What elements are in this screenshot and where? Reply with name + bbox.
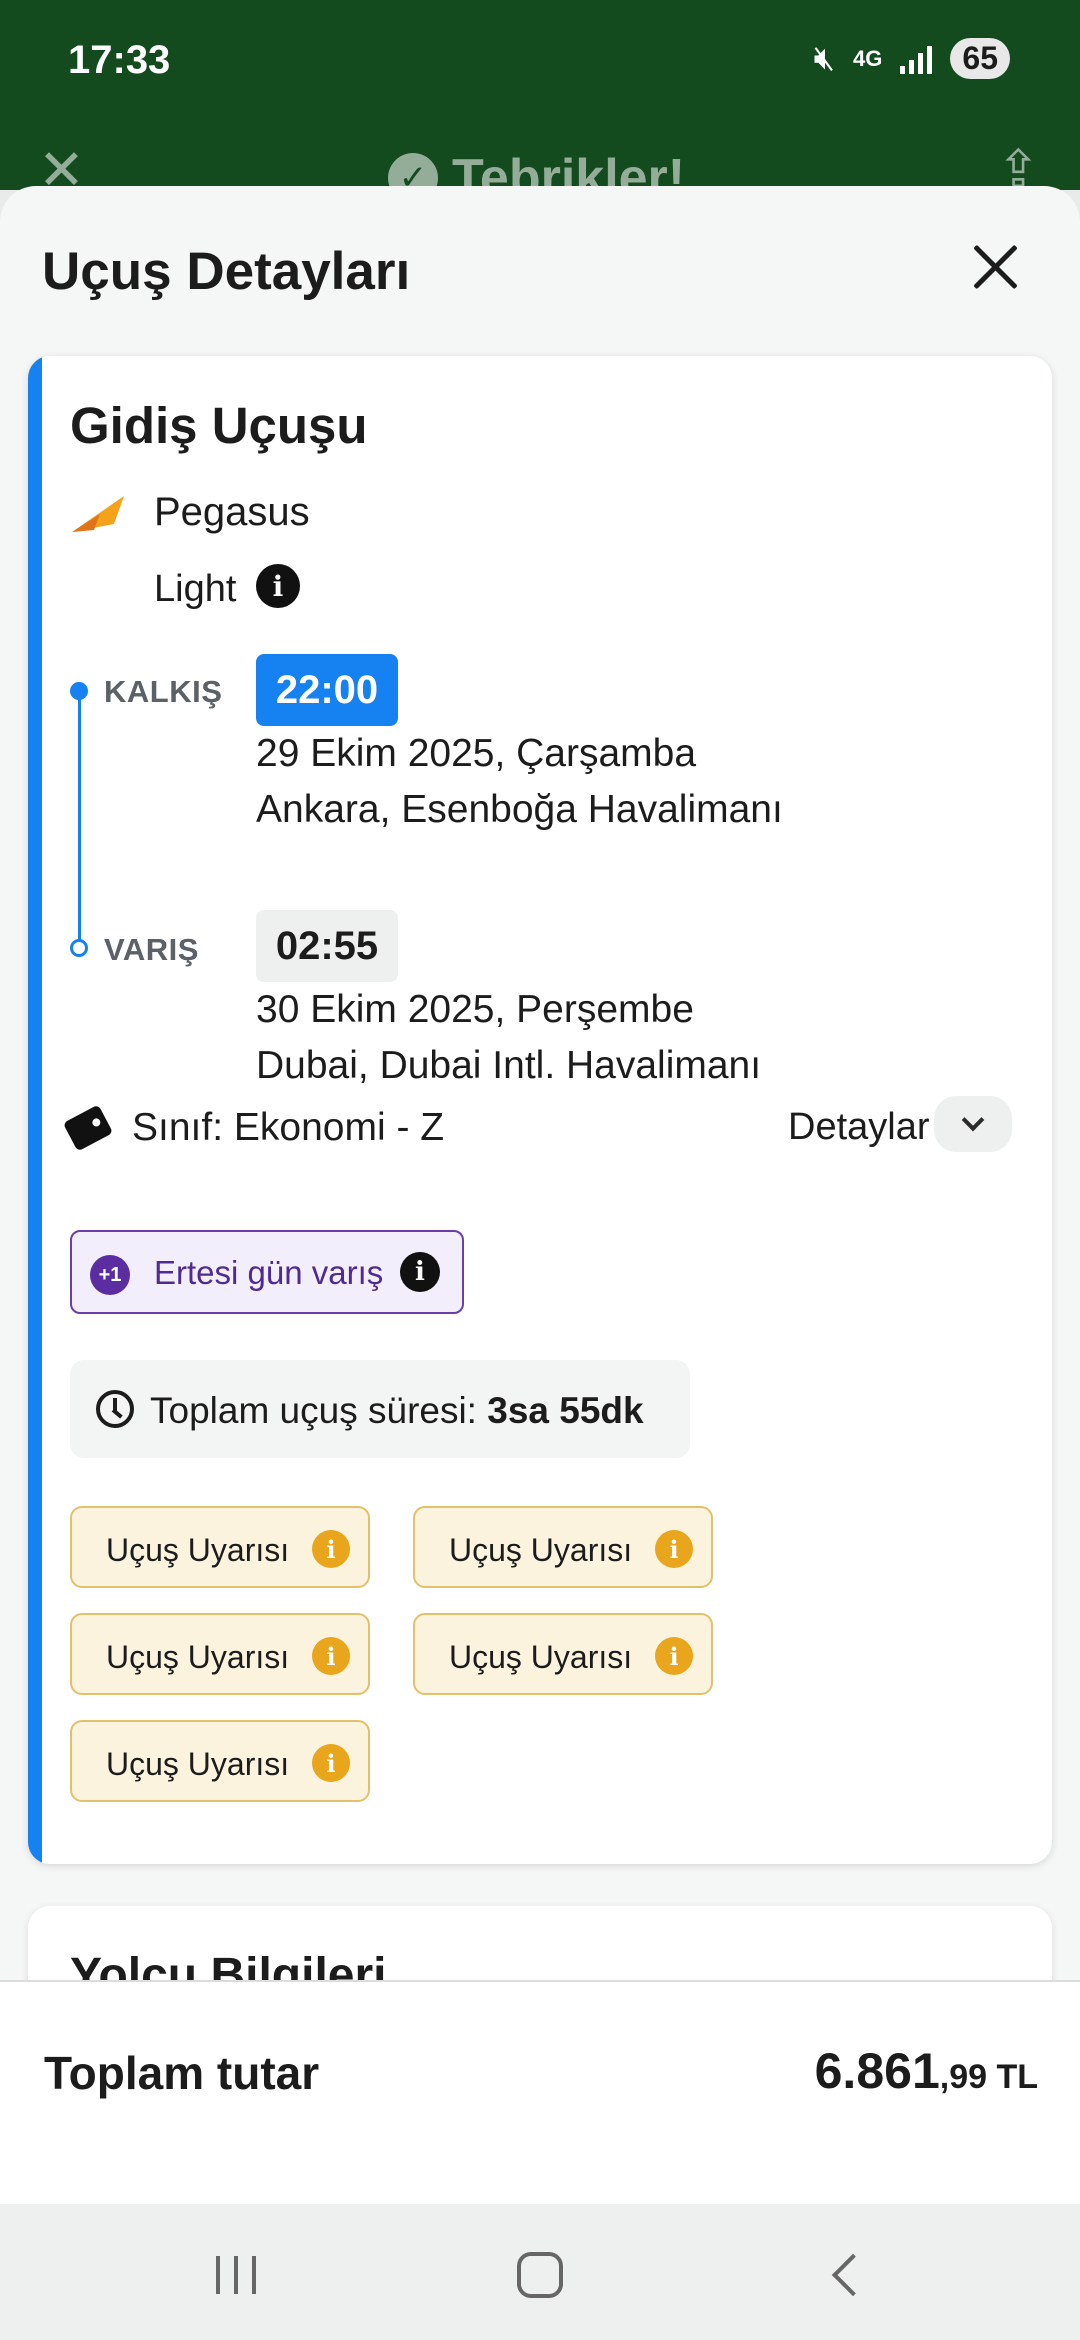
card-accent-bar [28,356,42,1864]
clock-icon [96,1390,134,1428]
signal-icon [900,44,933,74]
outbound-flight-card: Gidiş Uçuşu Pegasus Light i KALKIŞ 22:00… [28,356,1052,1864]
timeline-line [78,691,81,948]
details-label[interactable]: Detaylar [788,1106,930,1149]
network-4g-icon: 4G [853,45,883,71]
chevron-down-icon [961,1108,985,1132]
duration-text: Toplam uçuş süresi: 3sa 55dk [150,1390,644,1432]
warning-info-icon: i [655,1637,693,1675]
arrival-dot [70,939,88,957]
warning-info-icon: i [312,1744,350,1782]
pegasus-logo-icon [72,496,124,532]
total-amount: 6.861,99 TL [815,2042,1038,2100]
ticket-icon [62,1104,114,1152]
flight-warning-text: Uçuş Uyarısı [449,1532,633,1568]
warning-info-icon: i [312,1637,350,1675]
airline-name: Pegasus [154,490,310,534]
arrival-label: VARIŞ [104,932,199,967]
total-amount-decimals: ,99 TL [939,2058,1038,2096]
flight-warning-chip[interactable]: Uçuş Uyarısı i [70,1720,370,1802]
status-time: 17:33 [68,38,171,82]
passenger-info-title: Yolcu Bilgileri [70,1949,387,1981]
fare-name: Light [154,568,237,610]
flight-details-sheet: Uçuş Detayları Gidiş Uçuşu Pegasus Light… [0,186,1080,1981]
flight-warning-text: Uçuş Uyarısı [106,1746,290,1782]
background-header: ✕ ✓ Tebrikler! ⇪ [0,130,1080,207]
departure-time: 22:00 [256,654,398,726]
home-icon[interactable] [517,2252,563,2298]
mute-icon: 🔇︎ [813,39,836,77]
warning-info-icon: i [655,1530,693,1568]
departure-airport: Ankara, Esenboğa Havalimanı [256,788,783,831]
flight-warning-text: Uçuş Uyarısı [106,1639,290,1675]
back-icon[interactable] [831,2253,875,2297]
plus-one-badge: +1 [90,1255,130,1295]
flight-warning-chip[interactable]: Uçuş Uyarısı i [413,1613,713,1695]
departure-label: KALKIŞ [104,674,223,709]
departure-date: 29 Ekim 2025, Çarşamba [256,732,697,775]
details-toggle-button[interactable] [934,1096,1012,1152]
close-icon[interactable] [970,242,1020,292]
battery-icon: 65 [950,38,1010,79]
flight-warning-text: Uçuş Uyarısı [449,1639,633,1675]
duration-label: Toplam uçuş süresi: [150,1390,488,1431]
next-day-arrival-chip[interactable]: +1 Ertesi gün varış i [70,1230,464,1314]
status-icons: 🔇︎ 4G 65 [814,38,1010,79]
arrival-time: 02:55 [256,910,398,982]
next-day-text: Ertesi gün varış [154,1254,384,1291]
total-amount-main: 6.861 [814,2043,940,2099]
total-duration-box: Toplam uçuş süresi: 3sa 55dk [70,1360,690,1458]
cabin-class: Sınıf: Ekonomi - Z [132,1106,445,1149]
departure-dot [70,682,88,700]
info-icon[interactable]: i [256,564,300,608]
duration-value: 3sa 55dk [487,1390,644,1431]
recent-apps-icon[interactable] [216,2256,256,2294]
total-price-bar: Toplam tutar 6.861,99 TL [0,1980,1080,2204]
arrival-date: 30 Ekim 2025, Perşembe [256,988,694,1031]
total-label: Toplam tutar [44,2047,320,2099]
flight-warning-chip[interactable]: Uçuş Uyarısı i [70,1506,370,1588]
flight-warning-chip[interactable]: Uçuş Uyarısı i [413,1506,713,1588]
card-title: Gidiş Uçuşu [70,397,368,454]
warning-info-icon: i [312,1530,350,1568]
flight-warning-text: Uçuş Uyarısı [106,1532,290,1568]
info-icon[interactable]: i [400,1252,440,1292]
sheet-title: Uçuş Detayları [42,242,411,301]
arrival-airport: Dubai, Dubai Intl. Havalimanı [256,1044,762,1087]
flight-warning-chip[interactable]: Uçuş Uyarısı i [70,1613,370,1695]
system-nav-bar [0,2204,1080,2340]
passenger-info-card: Yolcu Bilgileri [28,1906,1052,1981]
status-bar: 17:33 🔇︎ 4G 65 ✕ ✓ Tebrikler! ⇪ [0,0,1080,207]
